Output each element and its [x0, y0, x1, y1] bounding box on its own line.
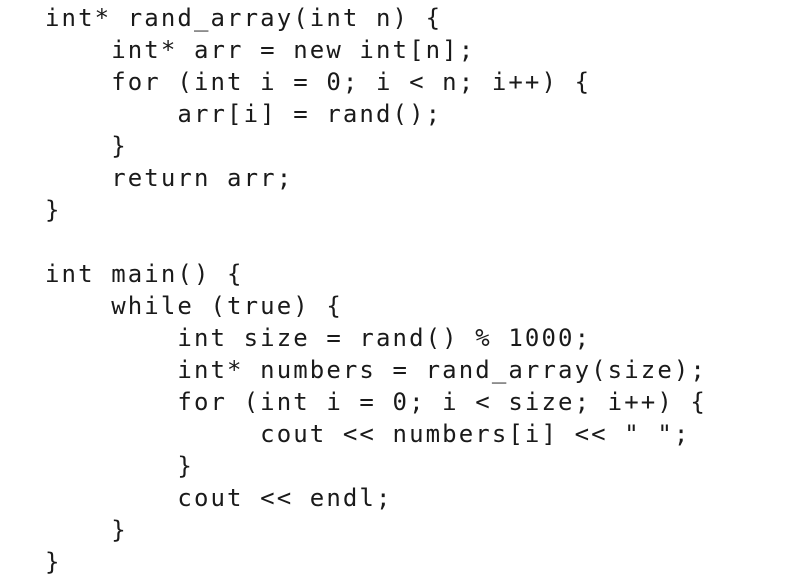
code-line: for (int i = 0; i < n; i++) {	[45, 68, 592, 96]
code-line: }	[45, 196, 62, 224]
code-line: int main() {	[45, 260, 244, 288]
code-line: int size = rand() % 1000;	[45, 324, 592, 352]
code-line: while (true) {	[45, 292, 343, 320]
code-line: arr[i] = rand();	[45, 100, 443, 128]
code-line: int* numbers = rand_array(size);	[45, 356, 707, 384]
code-line: cout << endl;	[45, 484, 393, 512]
code-line: int* rand_array(int n) {	[45, 4, 443, 32]
code-line: int* arr = new int[n];	[45, 36, 476, 64]
code-listing: int* rand_array(int n) { int* arr = new …	[45, 2, 707, 578]
code-line: for (int i = 0; i < size; i++) {	[45, 388, 707, 416]
code-line: }	[45, 548, 62, 576]
code-line: }	[45, 132, 128, 160]
code-line: }	[45, 452, 194, 480]
code-line: return arr;	[45, 164, 294, 192]
code-line: }	[45, 516, 128, 544]
code-line: cout << numbers[i] << " ";	[45, 420, 691, 448]
